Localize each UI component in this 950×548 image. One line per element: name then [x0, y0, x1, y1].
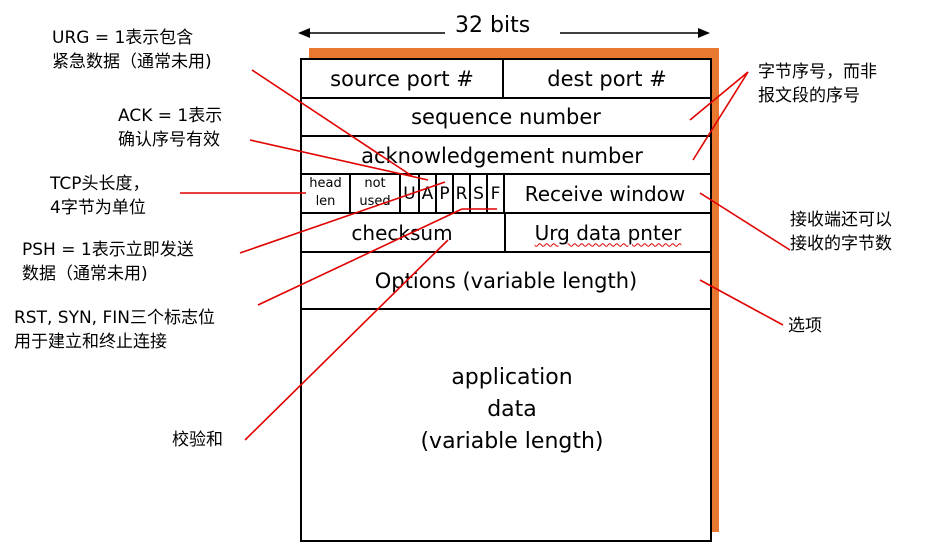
psh-annotation: PSH = 1表示立即发送 数据（通常未用) [22, 238, 194, 286]
annotation-line: TCP头长度， [50, 174, 150, 194]
annotation-line: 确认序号有效 [118, 130, 220, 150]
header-len-annotation: TCP头长度， 4字节为单位 [50, 172, 150, 220]
options-pointer-line [699, 279, 784, 326]
options-annotation: 选项 [788, 314, 822, 338]
ack-pointer-line [249, 139, 429, 181]
urg-annotation: URG = 1表示包含 紧急数据（通常未用) [52, 26, 212, 74]
seq-pointer-line [689, 71, 749, 121]
recv-window-annotation: 接收端还可以 接收的字节数 [790, 208, 892, 256]
checksum-annotation: 校验和 [172, 428, 223, 452]
annotation-line: 接收的字节数 [790, 234, 892, 254]
ack-annotation: ACK = 1表示 确认序号有效 [118, 104, 222, 152]
urg-pointer-line [251, 69, 413, 177]
annotation-line: 接收端还可以 [790, 210, 892, 230]
rst-syn-fin-annotation: RST, SYN, FIN三个标志位 用于建立和终止连接 [14, 306, 215, 354]
seq-annotation: 字节序号，而非 报文段的序号 [758, 60, 877, 108]
annotation-line: 用于建立和终止连接 [14, 332, 167, 352]
annotation-line: 4字节为单位 [50, 198, 146, 218]
annotation-line: 报文段的序号 [758, 86, 860, 106]
annotation-line: 紧急数据（通常未用) [52, 52, 212, 72]
checksum-pointer-line [244, 239, 449, 441]
annotation-line: 校验和 [172, 430, 223, 450]
annotation-line: 数据（通常未用) [22, 264, 148, 284]
annotation-line: ACK = 1表示 [118, 106, 223, 126]
annotation-line: RST, SYN, FIN三个标志位 [14, 308, 216, 328]
seq-pointer-line [692, 71, 749, 161]
annotation-line: 字节序号，而非 [758, 62, 877, 82]
annotation-line: 选项 [788, 316, 822, 336]
annotation-line: URG = 1表示包含 [52, 28, 194, 48]
recv-window-pointer-line [699, 192, 791, 251]
annotation-line: PSH = 1表示立即发送 [22, 240, 194, 260]
